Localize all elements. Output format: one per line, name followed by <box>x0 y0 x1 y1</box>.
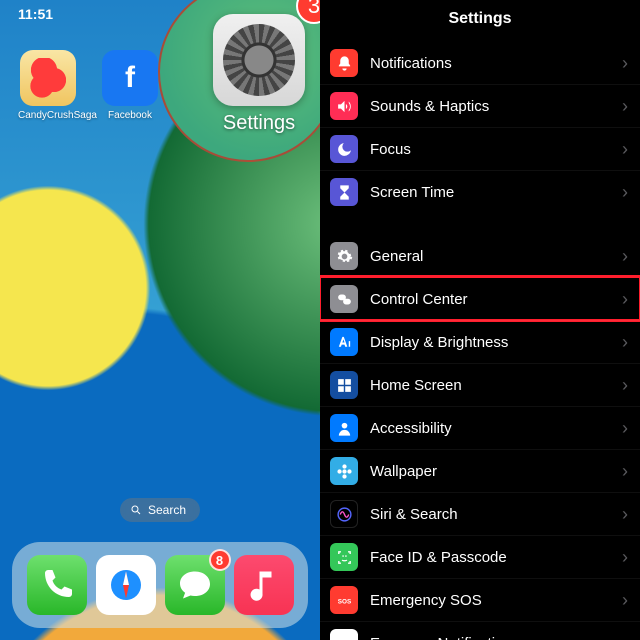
settings-row-label: Control Center <box>370 291 622 308</box>
settings-row-label: Siri & Search <box>370 506 622 523</box>
settings-row-label: Wallpaper <box>370 463 622 480</box>
music-icon <box>246 567 282 603</box>
settings-row-label: Notifications <box>370 55 622 72</box>
app-facebook[interactable]: f Facebook <box>100 50 160 121</box>
home-screen: 11:51 CandyCrushSaga f Facebook F Settin… <box>0 0 320 640</box>
chevron-right-icon: › <box>622 96 628 117</box>
settings-row-label: Face ID & Passcode <box>370 549 622 566</box>
phone-icon <box>39 567 75 603</box>
settings-row-siri[interactable]: Siri & Search› <box>320 492 640 535</box>
dock-phone[interactable] <box>27 555 87 615</box>
candycrush-icon <box>20 50 76 106</box>
settings-row-wallpaper[interactable]: Wallpaper› <box>320 449 640 492</box>
toggles-icon <box>330 285 358 313</box>
settings-row-exposure[interactable]: Exposure Notifications› <box>320 621 640 640</box>
settings-row-display[interactable]: Display & Brightness› <box>320 320 640 363</box>
chevron-right-icon: › <box>622 182 628 203</box>
app-candycrush[interactable]: CandyCrushSaga <box>18 50 78 121</box>
facebook-icon: f <box>102 50 158 106</box>
grid-icon <box>330 371 358 399</box>
settings-row-focus[interactable]: Focus› <box>320 127 640 170</box>
search-icon <box>130 504 142 516</box>
moon-icon <box>330 135 358 163</box>
chevron-right-icon: › <box>622 375 628 396</box>
sos-icon <box>330 586 358 614</box>
chevron-right-icon: › <box>622 332 628 353</box>
gear-icon <box>330 242 358 270</box>
chevron-right-icon: › <box>622 461 628 482</box>
chevron-right-icon: › <box>622 418 628 439</box>
chevron-right-icon: › <box>622 139 628 160</box>
settings-row-sos[interactable]: Emergency SOS› <box>320 578 640 621</box>
settings-row-general[interactable]: General› <box>320 235 640 277</box>
chevron-right-icon: › <box>622 547 628 568</box>
chevron-right-icon: › <box>622 633 628 640</box>
settings-row-label: Exposure Notifications <box>370 635 622 640</box>
messages-badge: 8 <box>209 549 231 571</box>
settings-row-label: General <box>370 248 622 265</box>
flower-icon <box>330 457 358 485</box>
person-icon <box>330 414 358 442</box>
messages-icon <box>177 567 213 603</box>
settings-row-controlcenter[interactable]: Control Center› <box>320 277 640 320</box>
dock: 8 <box>12 542 308 628</box>
hourglass-icon <box>330 178 358 206</box>
settings-row-accessibility[interactable]: Accessibility› <box>320 406 640 449</box>
chevron-right-icon: › <box>622 53 628 74</box>
gear-icon <box>223 24 295 96</box>
virus-icon <box>330 629 358 640</box>
chevron-right-icon: › <box>622 590 628 611</box>
chevron-right-icon: › <box>622 289 628 310</box>
settings-label: Settings <box>213 112 305 135</box>
speaker-icon <box>330 92 358 120</box>
bell-icon <box>330 49 358 77</box>
settings-row-label: Display & Brightness <box>370 334 622 351</box>
settings-group-2: General›Control Center›Display & Brightn… <box>320 235 640 640</box>
aa-icon <box>330 328 358 356</box>
dock-messages[interactable]: 8 <box>165 555 225 615</box>
settings-row-label: Sounds & Haptics <box>370 98 622 115</box>
settings-list[interactable]: Notifications›Sounds & Haptics›Focus›Scr… <box>320 42 640 640</box>
siri-icon <box>330 500 358 528</box>
face-icon <box>330 543 358 571</box>
dock-safari[interactable] <box>96 555 156 615</box>
settings-row-label: Focus <box>370 141 622 158</box>
settings-row-sounds[interactable]: Sounds & Haptics› <box>320 84 640 127</box>
dock-music[interactable] <box>234 555 294 615</box>
settings-row-notifications[interactable]: Notifications› <box>320 42 640 84</box>
settings-group-1: Notifications›Sounds & Haptics›Focus›Scr… <box>320 42 640 213</box>
settings-row-label: Accessibility <box>370 420 622 437</box>
settings-row-label: Screen Time <box>370 184 622 201</box>
magnifier-highlight: Settings 3 <box>158 0 320 162</box>
settings-title: Settings <box>320 0 640 42</box>
compass-icon <box>108 567 144 603</box>
settings-row-label: Home Screen <box>370 377 622 394</box>
settings-row-faceid[interactable]: Face ID & Passcode› <box>320 535 640 578</box>
settings-screen: Settings Notifications›Sounds & Haptics›… <box>320 0 640 640</box>
spotlight-search[interactable]: Search <box>120 498 200 522</box>
chevron-right-icon: › <box>622 504 628 525</box>
app-settings[interactable] <box>213 14 305 106</box>
settings-row-homescreen[interactable]: Home Screen› <box>320 363 640 406</box>
chevron-right-icon: › <box>622 246 628 267</box>
status-time: 11:51 <box>18 6 53 22</box>
settings-row-label: Emergency SOS <box>370 592 622 609</box>
settings-row-screentime[interactable]: Screen Time› <box>320 170 640 213</box>
